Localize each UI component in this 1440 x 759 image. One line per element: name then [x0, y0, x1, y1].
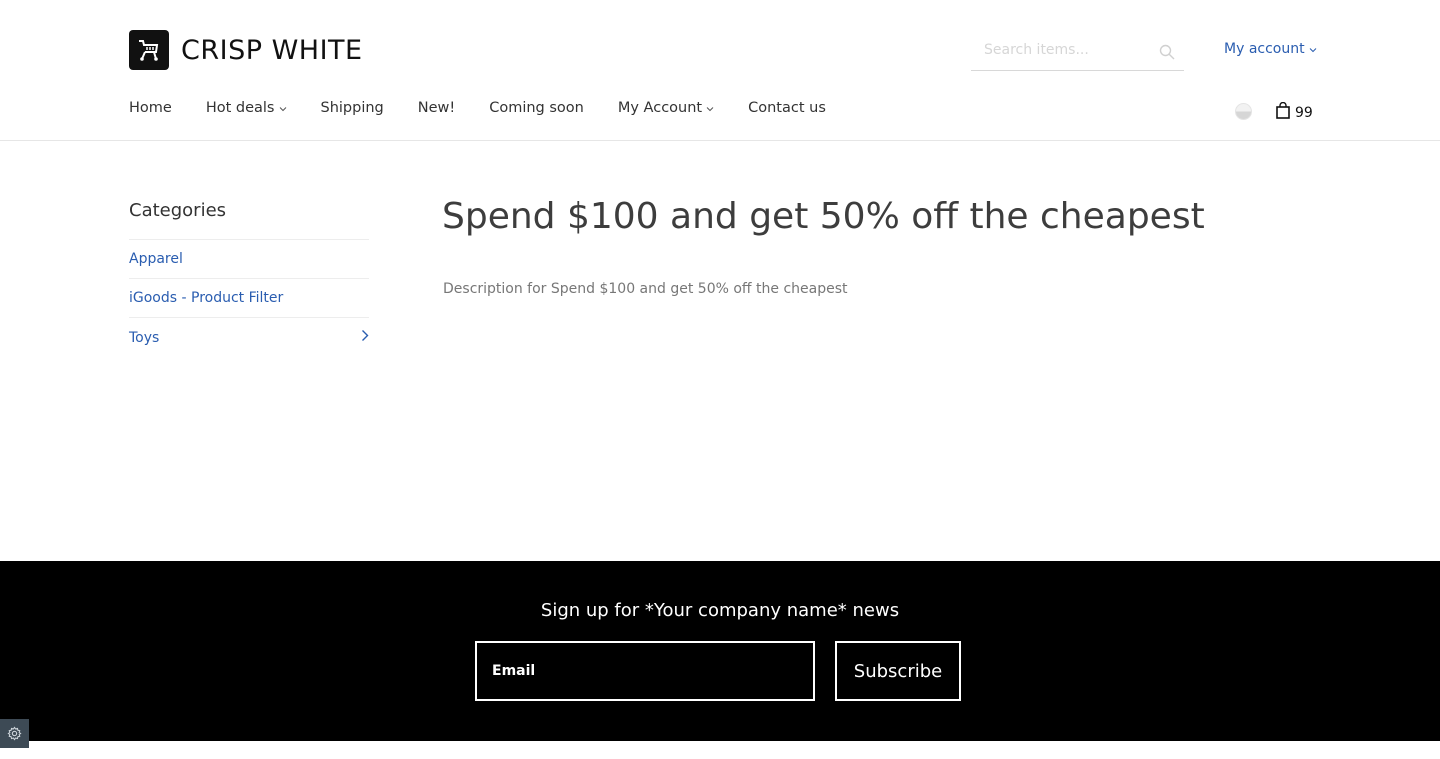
categories-title: Categories [129, 200, 369, 240]
chevron-right-icon[interactable] [361, 329, 369, 346]
email-field-wrapper [475, 641, 815, 701]
category-label: Toys [129, 329, 160, 346]
newsletter-title: Sign up for *Your company name* news [540, 600, 900, 621]
chevron-down-icon [279, 100, 287, 116]
nav-item-coming-soon[interactable]: Coming soon [489, 100, 584, 116]
search-box [971, 32, 1184, 71]
cart-count: 99 [1295, 104, 1313, 121]
search-input[interactable] [984, 38, 1154, 62]
my-account-dropdown[interactable]: My account [1224, 41, 1317, 57]
brand-name: CRISP WHITE [181, 34, 363, 66]
theme-toggle-icon[interactable] [1235, 103, 1252, 120]
nav-item-shipping[interactable]: Shipping [321, 100, 384, 116]
nav-item-label: Home [129, 100, 172, 116]
nav-item-home[interactable]: Home [129, 100, 172, 116]
nav-item-label: Contact us [748, 100, 826, 116]
nav-item-contact-us[interactable]: Contact us [748, 100, 826, 116]
chevron-down-icon [1309, 41, 1317, 57]
category-label: iGoods - Product Filter [129, 290, 284, 306]
search-icon[interactable] [1159, 44, 1175, 64]
page-description: Description for Spend $100 and get 50% o… [443, 281, 848, 297]
nav-item-label: Coming soon [489, 100, 584, 116]
nav-item-label: Shipping [320, 100, 384, 116]
email-field[interactable] [492, 660, 792, 682]
category-item-apparel[interactable]: Apparel [129, 240, 369, 279]
nav-item-new[interactable]: New! [418, 100, 455, 116]
site-header: CRISP WHITE My account Home Hot deals Sh… [0, 0, 1440, 141]
shopping-bag-icon [1276, 101, 1290, 123]
newsletter-footer: Sign up for *Your company name* news Sub… [0, 561, 1440, 741]
logo[interactable]: CRISP WHITE [129, 30, 363, 70]
cart-button[interactable]: 99 [1276, 101, 1313, 123]
page-title: Spend $100 and get 50% off the cheapest [442, 196, 1205, 237]
nav-item-label: My Account [617, 100, 703, 116]
subscribe-button[interactable]: Subscribe [835, 641, 961, 701]
my-account-label: My account [1224, 41, 1305, 57]
category-label: Apparel [129, 251, 183, 267]
nav-item-label: New! [417, 100, 456, 116]
categories-sidebar: Categories Apparel iGoods - Product Filt… [129, 200, 369, 357]
shop-cart-logo-icon [129, 30, 169, 70]
nav-item-label: Hot deals [205, 100, 275, 116]
category-item-igoods[interactable]: iGoods - Product Filter [129, 279, 369, 318]
nav-item-my-account[interactable]: My Account [618, 100, 714, 116]
category-item-toys[interactable]: Toys [129, 318, 369, 357]
nav-item-hot-deals[interactable]: Hot deals [206, 100, 287, 116]
chevron-down-icon [706, 100, 714, 116]
gear-icon[interactable] [0, 719, 29, 748]
main-nav: Home Hot deals Shipping New! Coming soon… [129, 100, 860, 116]
